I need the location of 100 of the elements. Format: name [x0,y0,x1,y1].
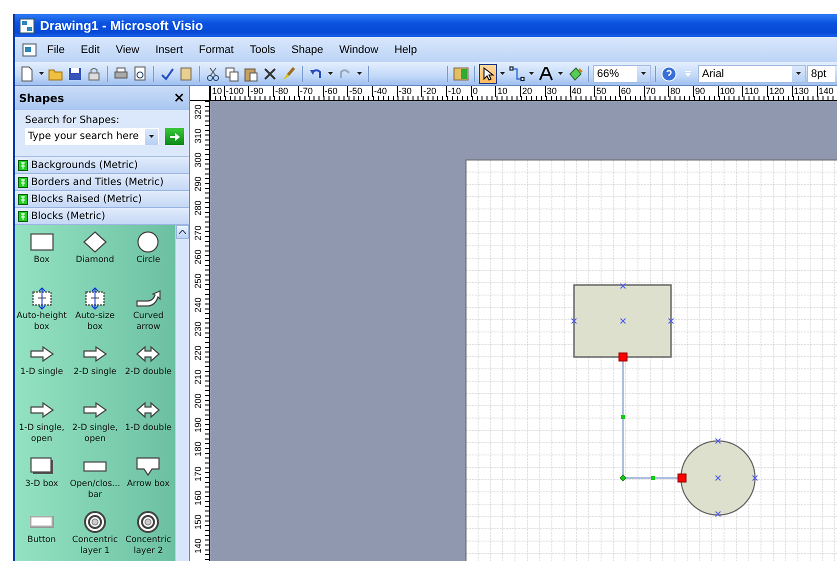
paint-bucket-icon [567,66,583,82]
stencil-tab[interactable]: Borders and Titles (Metric) [15,174,189,191]
stencil-tab[interactable]: Backgrounds (Metric) [15,157,189,174]
selected-connector[interactable] [571,283,758,517]
rectangle-shape[interactable] [573,284,672,358]
font-size-field[interactable]: 8pt [807,64,837,82]
app-icon [19,18,35,34]
ruler-label: 210 [193,368,203,387]
chevron-icon [684,70,692,76]
ruler-label: -90 [248,86,264,97]
shape-label[interactable]: Concentric layer 1 [68,535,122,557]
ruler-label: 30 [544,86,557,97]
stencil-tab[interactable]: Blocks (Metric) [15,208,189,225]
shape-label[interactable]: 1-D double [124,423,172,434]
shape-label[interactable]: Auto-size box [68,311,122,333]
ruler-label: 110 [742,86,759,97]
help-button[interactable] [660,64,678,84]
connector-tool-button[interactable] [508,64,526,84]
connection-point-icon [715,475,721,481]
menu-item[interactable]: File [39,42,73,58]
ruler-label: -40 [372,86,387,97]
font-field[interactable]: Arial [698,64,806,82]
ruler-label: 130 [792,86,809,97]
ruler-label: 40 [570,86,582,97]
search-field[interactable]: Type your search here [25,128,159,145]
menu-item[interactable]: Tools [242,42,284,58]
zoom-field[interactable]: 66% [593,64,651,82]
caret-icon[interactable] [357,72,362,75]
connector-icon [509,66,525,82]
ruler-label: 100 [718,86,735,97]
pointer-tool-button[interactable] [479,64,497,84]
stencil-tab[interactable]: Blocks Raised (Metric) [15,191,189,208]
pane-title: Shapes [19,92,64,104]
connection-point-icon [752,475,758,481]
menu-item[interactable]: View [108,42,148,58]
caret-icon[interactable] [641,72,646,75]
ruler-label: 170 [193,464,203,484]
shape-label[interactable]: 2-D double [124,367,172,378]
caret-icon[interactable] [39,72,44,75]
printer-icon [113,66,129,82]
menu-item[interactable]: Insert [147,42,191,58]
shape-label[interactable]: 3-D box [25,479,58,490]
shape-label[interactable]: Curved arrow [122,311,175,333]
brush-icon [281,66,297,82]
caret-icon[interactable] [529,72,534,75]
scrollbar[interactable] [175,225,189,561]
stencil-icon [18,176,28,188]
menu-item[interactable]: Help [386,42,425,58]
copy-icon [224,66,240,82]
ruler-label: 120 [767,86,784,97]
ruler-label: 190 [193,416,203,435]
ruler-label: 160 [193,489,203,508]
stencil-icon [18,210,28,222]
shape-label[interactable]: Arrow box [126,479,170,490]
shape-label[interactable]: 2-D single, open [68,423,122,445]
shape-label[interactable]: Button [27,535,56,546]
shape-label[interactable]: Box [34,255,50,266]
circle-shape[interactable] [680,440,756,516]
shape-label[interactable]: Diamond [76,255,114,266]
ruler-label: 300 [193,152,203,170]
ruler-label: 270 [193,224,203,242]
ruler-label: 80 [668,86,680,97]
shape-label[interactable]: Circle [136,255,160,266]
caret-icon[interactable] [149,135,154,138]
ruler-label: 90 [693,86,706,97]
ruler-label: 250 [193,272,203,290]
connection-point-icon [715,438,721,444]
book-icon [178,66,194,82]
shape-label[interactable]: 2-D single [74,367,116,378]
caret-icon[interactable] [796,72,801,75]
menu-item[interactable]: Window [331,42,386,58]
ruler-label: -30 [396,86,412,97]
caret-icon[interactable] [558,72,563,75]
connection-point-icon [571,318,577,324]
shape-label[interactable]: Concentric layer 2 [122,535,175,557]
ruler-label: -80 [273,86,288,97]
menu-item[interactable]: Format [190,42,242,58]
shape-label[interactable]: 1-D single [20,367,64,378]
menu-item[interactable]: Edit [72,42,108,58]
ruler-label: 70 [644,86,656,97]
caret-icon[interactable] [500,72,505,75]
help-icon [661,66,677,82]
checkmark-icon [159,66,175,82]
ruler-label: -70 [298,86,313,97]
shape-label[interactable]: Auto-height box [15,311,68,333]
shape-label[interactable]: 1-D single, open [15,423,68,445]
ruler-label: 10 [210,86,222,97]
connection-point-icon [715,511,721,517]
ruler-label: -50 [347,86,362,97]
lock-icon [86,66,102,82]
close-button[interactable]: × [173,90,185,106]
caret-icon[interactable] [328,72,333,75]
ruler-label: 140 [193,537,203,556]
ruler-label: 200 [193,392,203,411]
floppy-icon [67,66,83,82]
stencil-icon [18,160,28,170]
scissors-icon [205,66,221,82]
menu-item[interactable]: Shape [283,42,332,58]
shape-label[interactable]: Open/clos... bar [68,479,122,501]
search-button[interactable] [165,128,184,145]
